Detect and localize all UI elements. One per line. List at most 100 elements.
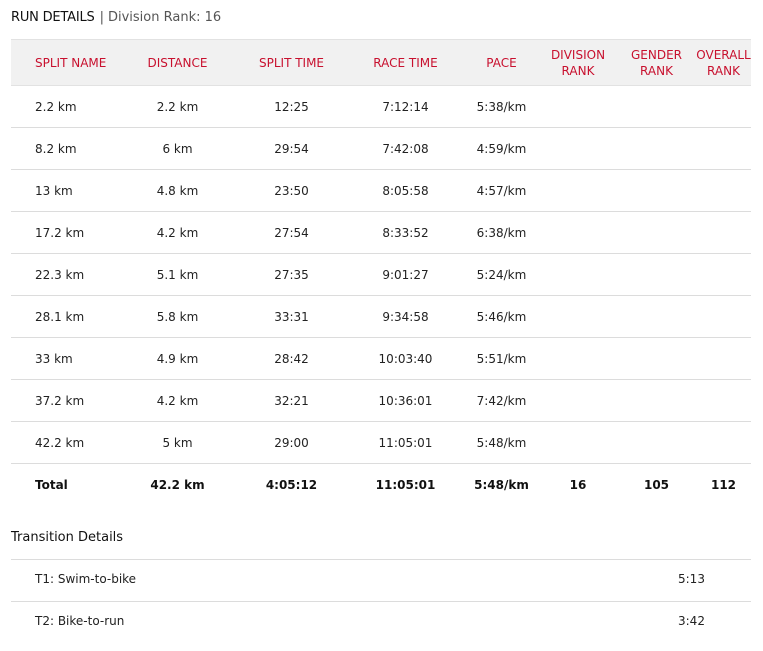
cell-split-time: 33:31 — [236, 295, 347, 338]
cell-gender-rank — [617, 379, 696, 422]
cell-division-rank — [539, 421, 617, 464]
cell-gender-rank — [617, 85, 696, 128]
cell-race-time: 10:03:40 — [347, 337, 464, 380]
cell-overall-rank — [696, 253, 751, 296]
cell-split-time: 23:50 — [236, 169, 347, 212]
cell-division-rank — [539, 211, 617, 254]
table-row: 8.2 km 6 km 29:54 7:42:08 4:59/km — [11, 127, 751, 170]
cell-split-time: 12:25 — [236, 85, 347, 128]
cell-split-name: 33 km — [11, 337, 119, 380]
division-rank-text: Division Rank: 16 — [107, 10, 222, 25]
cell-distance: 4.9 km — [119, 337, 236, 380]
cell-overall-rank — [696, 211, 751, 254]
cell-gender-rank — [617, 421, 696, 464]
cell-gender-rank — [617, 211, 696, 254]
cell-overall-rank — [696, 295, 751, 338]
column-header-line: SPLIT TIME — [258, 55, 325, 70]
transition-row: T2: Bike-to-run 3:42 — [11, 601, 751, 643]
cell-distance: 2.2 km — [119, 85, 236, 128]
transition-row: T1: Swim-to-bike 5:13 — [11, 559, 751, 601]
cell-overall-rank — [696, 127, 751, 170]
column-header-line: RANK — [640, 63, 673, 78]
cell-split-time: 32:21 — [236, 379, 347, 422]
column-header-split-name: SPLIT NAME — [11, 39, 119, 86]
cell-split-time: 27:54 — [236, 211, 347, 254]
column-header-line: RANK — [561, 63, 595, 78]
cell-race-time: 7:12:14 — [347, 85, 464, 128]
cell-split-name: 42.2 km — [11, 421, 119, 464]
column-header-line: RANK — [707, 63, 740, 78]
column-header-line: SPLIT NAME — [35, 55, 107, 70]
cell-division-rank — [539, 295, 617, 338]
cell-division-rank — [539, 379, 617, 422]
cell-race-time: 8:33:52 — [347, 211, 464, 254]
cell-overall-rank — [696, 379, 751, 422]
cell-distance: 4.8 km — [119, 169, 236, 212]
column-header-overall-rank: OVERALL RANK — [696, 39, 751, 86]
cell-distance: 4.2 km — [119, 211, 236, 254]
total-gender-rank: 105 — [643, 477, 670, 492]
cell-race-time: 7:42:08 — [347, 127, 464, 170]
transition-details-title: Transition Details — [11, 530, 124, 545]
cell-overall-rank — [696, 421, 751, 464]
cell-gender-rank — [617, 295, 696, 338]
cell-race-time: 8:05:58 — [347, 169, 464, 212]
column-header-split-time: SPLIT TIME — [236, 39, 347, 86]
cell-split-name: 13 km — [11, 169, 119, 212]
cell-division-rank — [539, 169, 617, 212]
cell-pace: 7:42/km — [464, 379, 539, 422]
total-pace: 5:48/km — [474, 477, 529, 492]
table-row: 22.3 km 5.1 km 27:35 9:01:27 5:24/km — [11, 253, 751, 296]
transition-list: T1: Swim-to-bike 5:13 T2: Bike-to-run 3:42 — [11, 559, 751, 643]
table-row: 37.2 km 4.2 km 32:21 10:36:01 7:42/km — [11, 379, 751, 422]
cell-split-name: 2.2 km — [11, 85, 119, 128]
total-overall-rank: 112 — [710, 477, 737, 492]
total-division-rank: 16 — [569, 477, 587, 492]
cell-distance: 5 km — [119, 421, 236, 464]
table-row: 2.2 km 2.2 km 12:25 7:12:14 5:38/km — [11, 85, 751, 128]
cell-distance: 5.1 km — [119, 253, 236, 296]
cell-split-time: 28:42 — [236, 337, 347, 380]
cell-pace: 5:24/km — [464, 253, 539, 296]
total-distance: 42.2 km — [150, 477, 205, 492]
cell-overall-rank — [696, 337, 751, 380]
run-splits-table: SPLIT NAME DISTANCE SPLIT TIME RACE TIME PAC… — [11, 39, 751, 505]
column-header-pace: PACE — [464, 39, 539, 86]
total-row: Total 42.2 km 4:05:12 11:05:01 5:48/km 16 105 1… — [11, 464, 751, 506]
table-row: 33 km 4.9 km 28:42 10:03:40 5:51/km — [11, 337, 751, 380]
table-row: 28.1 km 5.8 km 33:31 9:34:58 5:46/km — [11, 295, 751, 338]
cell-distance: 6 km — [119, 127, 236, 170]
cell-division-rank — [539, 253, 617, 296]
cell-gender-rank — [617, 337, 696, 380]
table-header-row: SPLIT NAME DISTANCE SPLIT TIME RACE TIME PAC… — [11, 39, 751, 86]
transition-label: T2: Bike-to-run — [35, 614, 125, 628]
column-header-line: PACE — [486, 55, 517, 70]
table-row: 17.2 km 4.2 km 27:54 8:33:52 6:38/km — [11, 211, 751, 254]
cell-division-rank — [539, 85, 617, 128]
cell-gender-rank — [617, 127, 696, 170]
table-row: 13 km 4.8 km 23:50 8:05:58 4:57/km — [11, 169, 751, 212]
column-header-division-rank: DIVISION RANK — [539, 39, 617, 86]
cell-pace: 5:38/km — [464, 85, 539, 128]
column-header-line: OVERALL — [696, 47, 751, 62]
table-row: 42.2 km 5 km 29:00 11:05:01 5:48/km — [11, 421, 751, 464]
column-header-line: DIVISION — [550, 47, 606, 62]
cell-pace: 4:59/km — [464, 127, 539, 170]
cell-split-name: 37.2 km — [11, 379, 119, 422]
cell-race-time: 9:01:27 — [347, 253, 464, 296]
column-header-line: RACE TIME — [373, 55, 438, 70]
cell-split-time: 29:00 — [236, 421, 347, 464]
cell-distance: 4.2 km — [119, 379, 236, 422]
run-details-header: RUN DETAILS | Division Rank: 16 — [11, 9, 221, 27]
run-details-title: RUN DETAILS — [11, 10, 95, 25]
column-header-distance: DISTANCE — [119, 39, 236, 86]
column-header-gender-rank: GENDER RANK — [617, 39, 696, 86]
cell-pace: 5:51/km — [464, 337, 539, 380]
cell-split-name: 28.1 km — [11, 295, 119, 338]
cell-race-time: 11:05:01 — [347, 421, 464, 464]
cell-split-name: 17.2 km — [11, 211, 119, 254]
cell-overall-rank — [696, 85, 751, 128]
column-header-line: GENDER — [630, 47, 683, 62]
cell-pace: 6:38/km — [464, 211, 539, 254]
cell-pace: 5:46/km — [464, 295, 539, 338]
